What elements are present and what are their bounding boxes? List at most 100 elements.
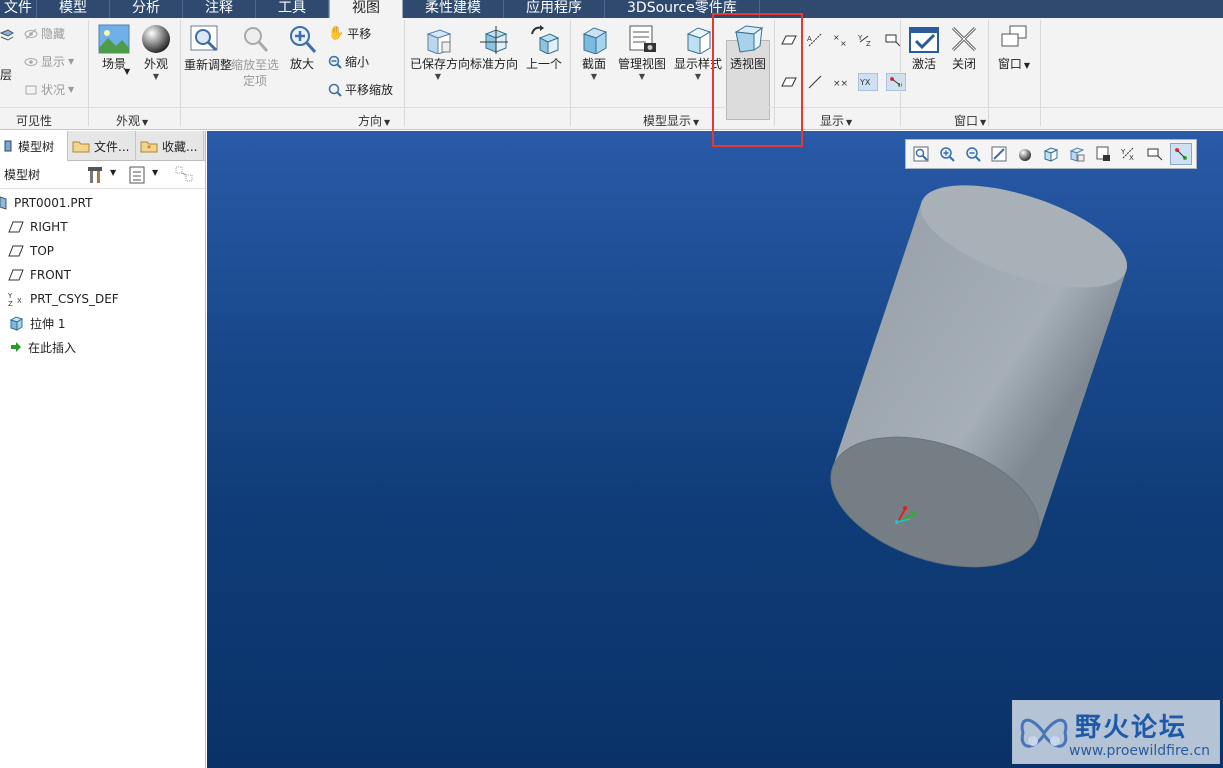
- cylinder-model[interactable]: [207, 131, 1223, 768]
- tree-columns-icon[interactable]: [128, 165, 146, 188]
- tab-3dsource[interactable]: 3DSource零件库: [605, 0, 760, 18]
- tree-item-part[interactable]: PRT0001.PRT: [0, 191, 205, 215]
- graphics-viewport[interactable]: YX 野火论坛 www.proewildfire.cn: [207, 131, 1223, 768]
- zoom-to-selected-button[interactable]: 缩放至选定项: [230, 24, 280, 89]
- tab-view[interactable]: 视图: [329, 0, 403, 18]
- chevron-down-icon: ▼: [694, 72, 702, 81]
- tree-item-extrude[interactable]: 拉伸 1: [0, 311, 205, 335]
- plane-display-icon[interactable]: [780, 32, 798, 48]
- svg-text:Y: Y: [8, 292, 13, 300]
- tree-item-csys[interactable]: YXZ PRT_CSYS_DEF: [0, 287, 205, 311]
- appearance-button[interactable]: 外观 ▼: [138, 24, 174, 82]
- tree-item-label: FRONT: [30, 268, 71, 282]
- group-label-appearance[interactable]: 外观 ▼: [116, 112, 148, 129]
- activate-label: 激活: [911, 57, 936, 71]
- zoom-in-button[interactable]: 放大: [284, 24, 320, 72]
- tab-flexible-modeling[interactable]: 柔性建模: [403, 0, 504, 18]
- pan-button[interactable]: ✋ 平移: [328, 25, 371, 42]
- chevron-down-icon[interactable]: ▼: [152, 168, 158, 177]
- display-style-button[interactable]: 显示样式 ▼: [672, 24, 724, 82]
- watermark-url: www.proewildfire.cn: [1069, 743, 1211, 759]
- zoom-out-label: 缩小: [345, 55, 370, 69]
- layer-button-partial[interactable]: [0, 28, 14, 42]
- pan-label: 平移: [347, 27, 372, 41]
- pan-zoom-icon: [328, 83, 342, 97]
- datum-display-row-2: ×× YX: [780, 73, 906, 91]
- standard-orientation-button[interactable]: 标准方向: [468, 24, 520, 72]
- window-menu-button[interactable]: 窗口 ▼: [994, 24, 1034, 73]
- refit-label: 重新调整: [184, 58, 233, 72]
- csys-tag-display-icon[interactable]: YX: [858, 73, 878, 91]
- group-label-visibility: 可见性: [16, 114, 53, 128]
- tab-favorites[interactable]: * 收藏...: [136, 131, 204, 161]
- tab-applications[interactable]: 应用程序: [504, 0, 605, 18]
- model-tree-panel: 模型树 文件... * 收藏... 模型树 ▼ ▼ PRT0001.PRT RI…: [0, 131, 206, 768]
- previous-view-icon: [531, 25, 560, 54]
- standard-orientation-icon: [480, 26, 508, 54]
- tab-file-browser[interactable]: 文件...: [68, 131, 136, 161]
- point-tag-display-icon[interactable]: ××: [832, 74, 850, 90]
- folder-icon: [72, 141, 90, 153]
- status-button[interactable]: 状况 ▼: [24, 81, 74, 98]
- tree-item-insert-here[interactable]: 在此插入: [0, 335, 205, 359]
- chevron-down-icon: ▼: [693, 118, 700, 127]
- show-eye-icon: [24, 57, 38, 66]
- extrude-icon: [9, 316, 24, 331]
- tab-file[interactable]: 文件: [0, 0, 37, 18]
- tree-item-front-plane[interactable]: FRONT: [0, 263, 205, 287]
- show-label: 显示: [41, 55, 66, 69]
- point-display-icon[interactable]: ××: [832, 32, 850, 48]
- activate-button[interactable]: 激活: [906, 24, 942, 72]
- close-window-button[interactable]: 关闭: [946, 24, 982, 72]
- refit-button[interactable]: 重新调整: [184, 24, 233, 73]
- csys-display-icon[interactable]: YZ: [858, 32, 876, 48]
- tree-item-top-plane[interactable]: TOP: [0, 239, 205, 263]
- chevron-down-icon[interactable]: ▼: [110, 168, 116, 177]
- tab-analysis[interactable]: 分析: [110, 0, 183, 18]
- pan-zoom-button[interactable]: 平移缩放: [328, 81, 393, 98]
- tab-tools[interactable]: 工具: [256, 0, 329, 18]
- chevron-down-icon: ▼: [980, 118, 987, 127]
- zoom-out-icon: [328, 55, 342, 69]
- spin-center-display-icon[interactable]: [886, 73, 906, 91]
- perspective-view-button[interactable]: 透视图: [726, 24, 770, 72]
- manage-views-button[interactable]: 管理视图 ▼: [616, 24, 668, 82]
- tab-model-tree[interactable]: 模型树: [0, 131, 68, 161]
- section-button[interactable]: 截面 ▼: [576, 24, 612, 82]
- previous-view-button[interactable]: 上一个: [524, 24, 564, 72]
- tree-item-label: RIGHT: [30, 220, 68, 234]
- zoom-out-button[interactable]: 缩小: [328, 53, 369, 70]
- axis-display-icon[interactable]: A: [806, 32, 824, 48]
- show-button[interactable]: 显示 ▼: [24, 53, 74, 70]
- model-tree-toolbar: 模型树 ▼ ▼: [0, 161, 205, 189]
- scene-button[interactable]: 场景: [94, 24, 134, 72]
- tree-settings-tools-icon[interactable]: [86, 165, 106, 188]
- scene-landscape-icon: [98, 24, 130, 54]
- model-tree: PRT0001.PRT RIGHT TOP FRONT YXZ PRT_CSYS…: [0, 189, 205, 359]
- axis-tag-display-icon[interactable]: [806, 74, 824, 90]
- model-tree-tab-label: 模型树: [18, 139, 55, 154]
- butterfly-logo-icon: [1020, 718, 1068, 748]
- tree-item-label: PRT0001.PRT: [14, 196, 93, 210]
- saved-orientation-button[interactable]: 已保存方向 ▼: [410, 24, 470, 82]
- group-label-orientation[interactable]: 方向 ▼: [358, 112, 390, 129]
- group-label-display[interactable]: 显示 ▼: [820, 112, 852, 129]
- tab-annotate[interactable]: 注释: [183, 0, 256, 18]
- group-label-model-display[interactable]: 模型显示 ▼: [643, 112, 699, 129]
- chevron-down-icon: ▼: [142, 118, 149, 127]
- chevron-down-icon: ▼: [590, 72, 598, 81]
- insert-arrow-icon: [11, 342, 21, 352]
- group-label-window[interactable]: 窗口 ▼: [954, 112, 986, 129]
- tree-filter-icon[interactable]: [174, 165, 196, 188]
- svg-text:×: ×: [833, 33, 840, 42]
- tree-item-right-plane[interactable]: RIGHT: [0, 215, 205, 239]
- zoom-in-icon: [290, 26, 317, 53]
- hand-icon: ✋: [328, 26, 345, 41]
- tree-item-label: 在此插入: [28, 340, 77, 355]
- tree-item-label: 拉伸 1: [30, 316, 66, 331]
- hide-button[interactable]: 隐藏: [24, 25, 65, 42]
- plane-tag-display-icon[interactable]: [780, 74, 798, 90]
- part-icon: [0, 196, 7, 210]
- tab-model[interactable]: 模型: [37, 0, 110, 18]
- ribbon: 层 隐藏 显示 ▼ 状况 ▼ 场景 ▼ 外观 ▼ 重新调整 缩放至选定项 放大 …: [0, 18, 1223, 130]
